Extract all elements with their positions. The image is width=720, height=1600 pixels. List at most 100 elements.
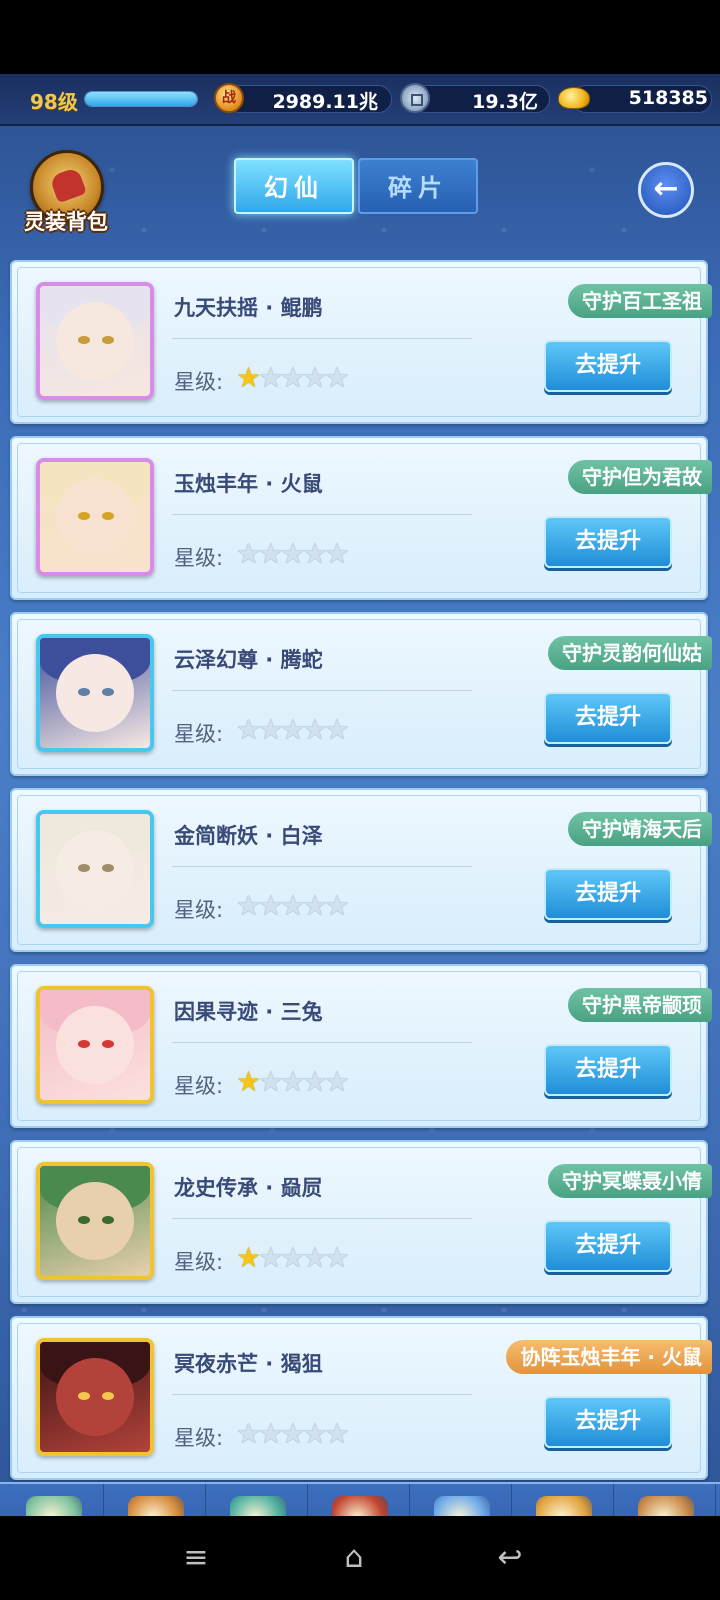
star-icon: ★ [258,1065,283,1098]
guardian-tag: 守护但为君故 [568,460,712,494]
portrait-eye [78,864,90,872]
immortal-portrait[interactable] [36,282,154,400]
star-level-label: 星级: [174,1426,224,1450]
star-icon: ★ [324,713,349,746]
portrait-face [56,830,134,908]
home-icon [26,1496,82,1516]
resource-bar: 98级 战 2989.11兆 19.3亿 518385 [0,74,720,126]
upgrade-button[interactable]: 去提升 [544,1396,672,1448]
immortal-portrait[interactable] [36,810,154,928]
portrait-eye [102,1392,114,1400]
immortal-card: 龙史传承 · 赑屃 星级: ★★★★★ 守护冥蝶聂小倩 去提升 [10,1140,712,1304]
star-icon: ★ [302,1065,327,1098]
guardian-tag: 守护靖海天后 [568,812,712,846]
nav-item[interactable]: 背包 [512,1484,614,1516]
portrait-eye [78,688,90,696]
tab-huanxian[interactable]: 幻仙 [234,158,354,214]
portrait-eye [78,336,90,344]
immortal-portrait[interactable] [36,1162,154,1280]
star-icon: ★ [280,361,305,394]
immortal-portrait[interactable] [36,1338,154,1456]
nav-item[interactable]: 历练 [206,1484,308,1516]
star-icon: ★ [258,361,283,394]
nav-item[interactable]: 首页 [2,1484,104,1516]
portrait-face [56,1182,134,1260]
star-icon: ★ [258,889,283,922]
star-icon: ★ [302,889,327,922]
portrait-eye [102,864,114,872]
divider [172,1042,472,1043]
star-icon: ★ [324,889,349,922]
portrait-eye [102,336,114,344]
seek-icon [638,1496,694,1516]
ingot-value: 518385 [628,87,708,109]
divider [172,690,472,691]
star-icon: ★ [236,1417,261,1450]
bottom-nav: 首页阵容历练副本斗法背包寻仙 [0,1482,720,1516]
star-level-label: 星级: [174,1074,224,1098]
divider [172,1218,472,1219]
star-icon: ★ [258,713,283,746]
back-icon[interactable]: ↩ [490,1538,530,1578]
xp-bar [84,91,198,107]
star-rating: ★★★★★ [236,361,350,394]
star-icon: ★ [324,537,349,570]
portrait-eye [78,1040,90,1048]
guardian-tag: 守护冥蝶聂小倩 [548,1164,712,1198]
home-icon[interactable]: ⌂ [334,1538,374,1578]
guardian-tag: 守护百工圣祖 [568,284,712,318]
nav-item[interactable]: 副本 [308,1484,410,1516]
immortal-name: 冥夜赤芒 · 猲狙 [174,1352,323,1376]
star-icon: ★ [324,1241,349,1274]
player-level: 98级 [30,90,78,114]
star-rating: ★★★★★ [236,889,350,922]
guardian-tag: 守护灵韵何仙姑 [548,636,712,670]
upgrade-button[interactable]: 去提升 [544,340,672,392]
nav-item[interactable]: 斗法 [410,1484,512,1516]
immortal-card: 冥夜赤芒 · 猲狙 星级: ★★★★★ 协阵玉烛丰年 · 火鼠 去提升 [10,1316,712,1480]
star-icon: ★ [324,361,349,394]
immortal-card: 九天扶摇 · 鲲鹏 星级: ★★★★★ 守护百工圣祖 去提升 [10,260,712,424]
star-level-label: 星级: [174,722,224,746]
divider [172,1394,472,1395]
portrait-face [56,478,134,556]
immortal-name: 玉烛丰年 · 火鼠 [174,472,323,496]
immortal-card: 玉烛丰年 · 火鼠 星级: ★★★★★ 守护但为君故 去提升 [10,436,712,600]
portrait-eye [102,688,114,696]
divider [172,866,472,867]
nav-item[interactable]: 阵容 [104,1484,206,1516]
immortal-portrait[interactable] [36,458,154,576]
nav-item[interactable]: 寻仙 [614,1484,716,1516]
menu-icon[interactable]: ≡ [176,1538,216,1578]
divider [172,338,472,339]
gold-ingot-icon [558,87,590,109]
upgrade-button[interactable]: 去提升 [544,516,672,568]
star-rating: ★★★★★ [236,1241,350,1274]
spirit-gear-bag-button[interactable]: 灵装背包 [16,150,116,240]
star-icon: ★ [302,361,327,394]
portrait-face [56,1358,134,1436]
immortal-name: 云泽幻尊 · 腾蛇 [174,648,323,672]
portrait-eye [78,1216,90,1224]
tab-fragments[interactable]: 碎片 [358,158,478,214]
combat-power-icon: 战 [214,83,244,113]
star-icon: ★ [236,361,261,394]
xp-fill [85,92,197,106]
upgrade-button[interactable]: 去提升 [544,1044,672,1096]
upgrade-button[interactable]: 去提升 [544,1220,672,1272]
star-icon: ★ [302,537,327,570]
lineup-icon [128,1496,184,1516]
bag-icon [536,1496,592,1516]
star-icon: ★ [236,1065,261,1098]
upgrade-button[interactable]: 去提升 [544,868,672,920]
back-arrow-icon[interactable]: ← [638,162,694,218]
portrait-eye [102,1216,114,1224]
star-icon: ★ [258,537,283,570]
immortal-portrait[interactable] [36,986,154,1104]
immortal-list[interactable]: 九天扶摇 · 鲲鹏 星级: ★★★★★ 守护百工圣祖 去提升 玉烛丰年 · 火鼠 星级: ★★… [0,260,720,1482]
training-icon [230,1496,286,1516]
upgrade-button[interactable]: 去提升 [544,692,672,744]
immortal-portrait[interactable] [36,634,154,752]
system-nav-bar: ≡ ⌂ ↩ [0,1516,720,1600]
portrait-face [56,1006,134,1084]
